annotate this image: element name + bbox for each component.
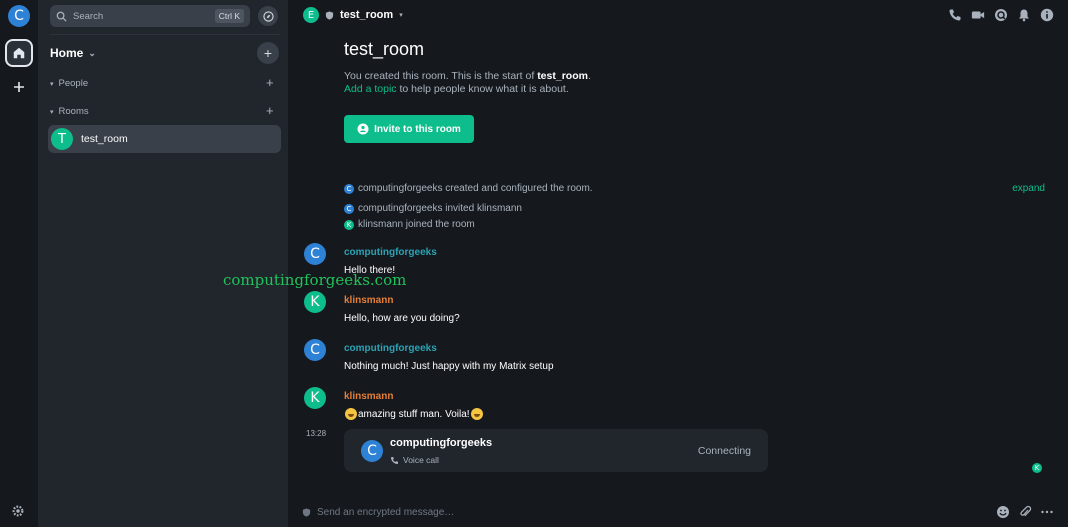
chevron-down-icon: ▾ (50, 80, 54, 88)
user-avatar[interactable]: C (8, 5, 30, 27)
sender-name[interactable]: klinsmann (344, 295, 393, 306)
message-body: amazing stuff man. Voila! (344, 408, 484, 420)
home-icon (13, 47, 25, 59)
sender-avatar[interactable]: K (304, 387, 326, 409)
section-people-header[interactable]: ▾ People (50, 78, 88, 89)
caller-name: computingforgeeks (390, 437, 493, 449)
message-timestamp: 13:28 (306, 429, 327, 438)
event-created: C computingforgeeks created and configur… (344, 183, 593, 194)
grinning-emoji-icon (470, 408, 483, 420)
add-space-icon[interactable] (11, 79, 27, 95)
invite-button-label: Invite to this room (374, 123, 461, 135)
message-composer[interactable]: Send an encrypted message… (302, 502, 1054, 522)
home-menu[interactable]: Home ⌄ (50, 46, 96, 60)
section-rooms-label: Rooms (58, 106, 89, 117)
event-avatar: K (344, 219, 354, 230)
add-user-icon (357, 123, 369, 135)
invite-button[interactable]: Invite to this room (344, 115, 474, 143)
room-header-avatar: E (303, 7, 319, 23)
emoji-icon[interactable] (996, 505, 1010, 519)
home-space-button[interactable] (5, 39, 33, 67)
gear-icon[interactable] (11, 504, 25, 518)
composer-tools (996, 505, 1054, 519)
section-people-label: People (58, 78, 89, 89)
chevron-down-icon: ⌄ (88, 47, 96, 58)
read-receipt-avatar[interactable]: K (1032, 463, 1042, 473)
room-intro-title: test_room (344, 39, 425, 59)
composer-input[interactable]: Send an encrypted message… (317, 507, 996, 518)
attachment-icon[interactable] (1018, 505, 1032, 519)
add-people-button[interactable]: + (266, 75, 274, 90)
event-avatar: C (344, 183, 354, 194)
sender-avatar[interactable]: C (304, 339, 326, 361)
shield-icon (302, 507, 311, 517)
space-panel: C (0, 0, 38, 527)
shield-icon (325, 10, 334, 20)
call-type-label: Voice call (403, 455, 439, 465)
phone-icon[interactable] (948, 8, 962, 22)
sender-name[interactable]: computingforgeeks (344, 247, 437, 258)
intro-text-suffix: . (587, 70, 591, 82)
event-avatar: C (344, 203, 354, 214)
grinning-emoji-icon (345, 408, 357, 420)
chevron-down-icon: ▾ (399, 12, 403, 19)
event-joined: K klinsmann joined the room (344, 219, 475, 230)
more-options-icon[interactable] (1040, 505, 1054, 519)
phone-icon (390, 456, 399, 464)
sender-avatar[interactable]: C (304, 243, 326, 265)
add-rooms-button[interactable]: + (266, 103, 274, 118)
message-text: amazing stuff man. Voila! (358, 408, 470, 420)
timeline: E test_room ▾ test_room You created this… (288, 0, 1068, 527)
intro-text-prefix: You created this room. This is the start… (344, 70, 538, 82)
event-text: klinsmann joined the room (358, 219, 475, 230)
event-text: computingforgeeks created and configured… (358, 183, 593, 194)
section-rooms-header[interactable]: ▾ Rooms (50, 106, 89, 117)
sender-name[interactable]: klinsmann (344, 391, 393, 402)
room-header-actions (948, 8, 1054, 22)
voice-call-tile[interactable]: C computingforgeeks Voice call Connectin… (344, 429, 768, 472)
room-name: test_room (81, 133, 128, 145)
room-list-panel: Search Ctrl K Home ⌄ + ▾ People + ▾ Room… (38, 0, 288, 527)
room-avatar: T (51, 128, 73, 150)
sender-avatar[interactable]: K (304, 291, 326, 313)
search-icon (56, 11, 67, 22)
add-room-button[interactable]: + (257, 42, 279, 64)
explore-rooms-button[interactable] (258, 6, 278, 26)
room-header-title: test_room (340, 9, 394, 21)
intro-room-name: test_room (537, 70, 588, 82)
add-topic-link[interactable]: Add a topic (344, 83, 397, 95)
bell-icon[interactable] (1017, 8, 1031, 22)
intro-topic-text: to help people know what it is about. (396, 83, 569, 95)
search-shortcut: Ctrl K (214, 9, 244, 23)
info-icon[interactable] (1040, 8, 1054, 22)
chevron-down-icon: ▾ (50, 108, 54, 116)
sender-name[interactable]: computingforgeeks (344, 343, 437, 354)
video-call-icon[interactable] (971, 8, 985, 22)
message-body: Nothing much! Just happy with my Matrix … (344, 361, 554, 372)
room-header[interactable]: E test_room ▾ (303, 7, 403, 23)
event-text: computingforgeeks invited klinsmann (358, 203, 522, 214)
threads-icon[interactable] (994, 8, 1008, 22)
expand-link[interactable]: expand (1012, 183, 1045, 194)
search-input[interactable]: Search Ctrl K (50, 5, 250, 27)
call-type: Voice call (390, 455, 439, 465)
caller-avatar: C (361, 440, 383, 462)
compass-icon (262, 10, 274, 22)
event-invited: C computingforgeeks invited klinsmann (344, 203, 522, 214)
home-title: Home (50, 46, 84, 60)
search-placeholder: Search (73, 10, 104, 22)
room-list-item[interactable]: T test_room (48, 125, 281, 153)
call-status: Connecting (697, 445, 751, 457)
room-intro-text: You created this room. This is the start… (344, 70, 591, 96)
watermark: computingforgeeks.com (223, 271, 407, 289)
divider (50, 34, 280, 35)
message-body: Hello, how are you doing? (344, 313, 460, 324)
